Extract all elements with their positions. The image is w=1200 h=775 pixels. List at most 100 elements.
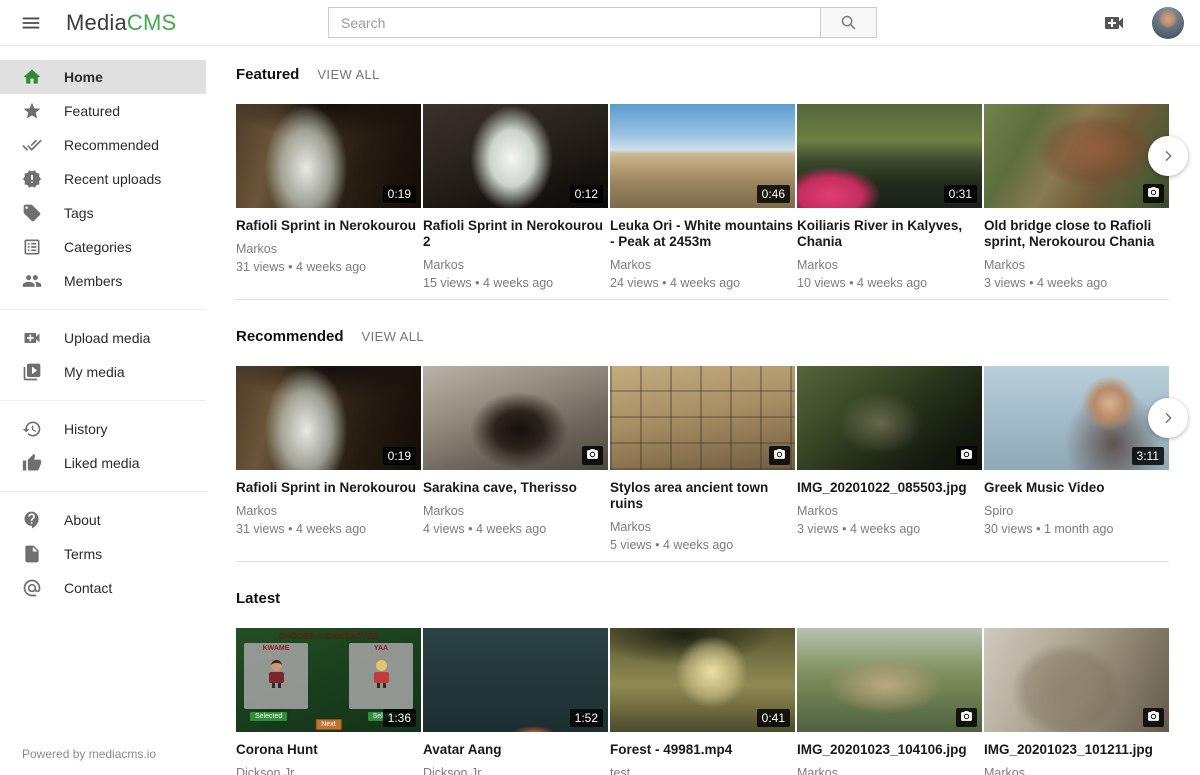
media-thumbnail[interactable]: 0:19 [236,104,421,208]
media-title[interactable]: Rafioli Sprint in Nerokourou [236,218,421,234]
media-thumbnail[interactable]: 0:31 [797,104,982,208]
media-title[interactable]: Greek Music Video [984,480,1169,496]
sidebar-divider [0,491,206,492]
media-author[interactable]: Markos [610,520,795,534]
media-card[interactable]: Old bridge close to Rafioli sprint, Nero… [984,104,1169,290]
media-card[interactable]: 0:46 Leuka Ori - White mountains - Peak … [610,104,795,290]
sidebar-item-recommended[interactable]: Recommended [0,128,206,162]
media-author[interactable]: Dickson Jr. [423,766,608,775]
media-meta: 31 views • 4 weeks ago [236,260,421,274]
media-card[interactable]: 0:19 Rafioli Sprint in Nerokourou Markos… [236,366,421,552]
sidebar-nav: Home Featured Recommended Recent uploads… [0,60,206,605]
media-title[interactable]: Leuka Ori - White mountains - Peak at 24… [610,218,795,250]
hamburger-menu-button[interactable] [16,8,46,38]
media-card[interactable]: CHOOSE A CHARACTERKWAMEYAASelectedNextSe… [236,628,421,775]
view-all-link[interactable]: VIEW ALL [362,329,424,344]
sidebar-item-featured[interactable]: Featured [0,94,206,128]
sidebar-item-tags[interactable]: Tags [0,196,206,230]
media-card[interactable]: Stylos area ancient town ruins Markos 5 … [610,366,795,552]
media-thumbnail[interactable] [797,628,982,732]
media-author[interactable]: Markos [797,766,982,775]
media-author[interactable]: Spiro [984,504,1169,518]
media-thumbnail[interactable]: 0:19 [236,366,421,470]
media-title[interactable]: Corona Hunt [236,742,421,758]
sidebar-item-recent-uploads[interactable]: Recent uploads [0,162,206,196]
media-thumbnail[interactable] [984,104,1169,208]
media-meta: 10 views • 4 weeks ago [797,276,982,290]
carousel-next-button[interactable] [1148,136,1188,176]
sidebar-item-my-media[interactable]: My media [0,355,206,389]
media-author[interactable]: Markos [236,504,421,518]
media-card[interactable]: 3:11 Greek Music Video Spiro 30 views • … [984,366,1169,552]
media-title[interactable]: Old bridge close to Rafioli sprint, Nero… [984,218,1169,250]
media-thumbnail[interactable] [984,628,1169,732]
sidebar-item-label: Terms [64,546,102,562]
media-title[interactable]: Sarakina cave, Therisso [423,480,608,496]
media-card[interactable]: Sarakina cave, Therisso Markos 4 views •… [423,366,608,552]
game-title: CHOOSE A CHARACTER [236,631,421,640]
media-title[interactable]: Rafioli Sprint in Nerokourou 2 [423,218,608,250]
document-icon [22,544,42,564]
media-card[interactable]: 0:41 Forest - 49981.mp4 test 17 views • … [610,628,795,775]
media-thumbnail[interactable]: 0:46 [610,104,795,208]
media-thumbnail[interactable] [423,366,608,470]
media-thumbnail[interactable] [797,366,982,470]
sidebar-item-label: Tags [64,205,94,221]
media-card[interactable]: IMG_20201023_104106.jpg Markos 4 views •… [797,628,982,775]
media-row: 0:19 Rafioli Sprint in Nerokourou Markos… [236,104,1169,290]
sidebar-item-history[interactable]: History [0,412,206,446]
media-title[interactable]: Stylos area ancient town ruins [610,480,795,512]
search-button[interactable] [820,7,877,38]
media-author[interactable]: Markos [797,504,982,518]
media-card[interactable]: 0:31 Koiliaris River in Kalyves, Chania … [797,104,982,290]
media-title[interactable]: IMG_20201023_101211.jpg [984,742,1169,758]
media-title[interactable]: IMG_20201023_104106.jpg [797,742,982,758]
sidebar-item-categories[interactable]: Categories [0,230,206,264]
sidebar-item-about[interactable]: About [0,503,206,537]
media-title[interactable]: Forest - 49981.mp4 [610,742,795,758]
search-input[interactable] [328,7,820,38]
section-title: Recommended [236,328,344,345]
sidebar: Home Featured Recommended Recent uploads… [0,46,206,775]
upload-media-header-button[interactable] [1098,7,1130,39]
sidebar-item-contact[interactable]: Contact [0,571,206,605]
media-author[interactable]: Markos [610,258,795,272]
logo[interactable]: MediaCMS [66,10,176,36]
media-card[interactable]: 0:19 Rafioli Sprint in Nerokourou Markos… [236,104,421,290]
media-thumbnail[interactable]: CHOOSE A CHARACTERKWAMEYAASelectedNextSe… [236,628,421,732]
carousel-next-button[interactable] [1148,398,1188,438]
media-thumbnail[interactable]: 3:11 [984,366,1169,470]
sidebar-item-liked-media[interactable]: Liked media [0,446,206,480]
media-thumbnail[interactable]: 1:52 [423,628,608,732]
media-card[interactable]: IMG_20201022_085503.jpg Markos 3 views •… [797,366,982,552]
hamburger-icon [20,12,42,34]
media-author[interactable]: Dickson Jr. [236,766,421,775]
media-card[interactable]: 1:52 Avatar Aang Dickson Jr. 12 views • … [423,628,608,775]
media-author[interactable]: test [610,766,795,775]
media-author[interactable]: Markos [984,766,1169,775]
photo-badge-camera-icon [769,446,790,465]
media-author[interactable]: Markos [984,258,1169,272]
sidebar-item-home[interactable]: Home [0,60,206,94]
sidebar-item-terms[interactable]: Terms [0,537,206,571]
media-author[interactable]: Markos [423,504,608,518]
media-title[interactable]: Rafioli Sprint in Nerokourou [236,480,421,496]
sidebar-item-upload-media[interactable]: Upload media [0,321,206,355]
media-title[interactable]: IMG_20201022_085503.jpg [797,480,982,496]
media-thumbnail[interactable] [610,366,795,470]
media-card[interactable]: IMG_20201023_101211.jpg Markos 4 views •… [984,628,1169,775]
video-library-icon [22,362,42,382]
duration-badge: 1:36 [383,709,416,727]
media-author[interactable]: Markos [797,258,982,272]
sidebar-item-label: Categories [64,239,132,255]
media-author[interactable]: Markos [423,258,608,272]
media-thumbnail[interactable]: 0:12 [423,104,608,208]
media-thumbnail[interactable]: 0:41 [610,628,795,732]
media-title[interactable]: Avatar Aang [423,742,608,758]
view-all-link[interactable]: VIEW ALL [317,67,379,82]
media-title[interactable]: Koiliaris River in Kalyves, Chania [797,218,982,250]
user-avatar[interactable] [1152,7,1184,39]
media-author[interactable]: Markos [236,242,421,256]
sidebar-item-members[interactable]: Members [0,264,206,298]
media-card[interactable]: 0:12 Rafioli Sprint in Nerokourou 2 Mark… [423,104,608,290]
